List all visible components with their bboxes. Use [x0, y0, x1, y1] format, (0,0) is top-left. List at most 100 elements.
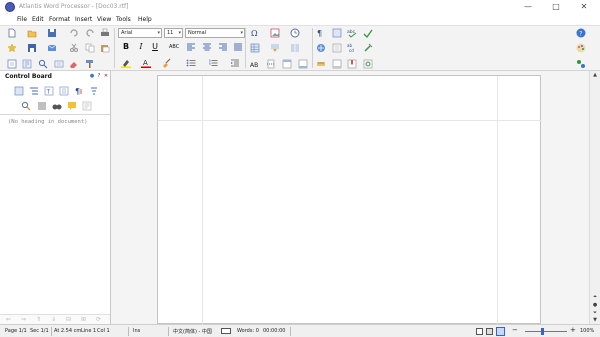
- document-properties-icon[interactable]: [22, 59, 32, 69]
- menu-file[interactable]: File: [17, 16, 27, 23]
- panel-collapse-icon[interactable]: ⊟: [66, 316, 71, 323]
- panel-expand-icon[interactable]: ⊞: [81, 316, 86, 323]
- binoculars-icon[interactable]: [52, 101, 62, 111]
- status-mode[interactable]: Ins: [133, 328, 140, 334]
- document-map-icon[interactable]: [332, 43, 342, 53]
- highlight-icon[interactable]: [121, 58, 131, 68]
- find-icon[interactable]: [38, 59, 48, 69]
- menu-insert[interactable]: Insert: [75, 16, 92, 23]
- minimize-button[interactable]: —: [518, 1, 538, 13]
- next-page-icon[interactable]: ⏷: [591, 310, 599, 317]
- panel-help-button[interactable]: ?: [96, 73, 102, 79]
- spelling-button[interactable]: AB: [250, 59, 260, 69]
- panel-close-button[interactable]: ✕: [103, 73, 109, 79]
- menu-help[interactable]: Help: [138, 16, 152, 23]
- justify-icon[interactable]: [233, 42, 243, 52]
- cut-icon[interactable]: [69, 43, 79, 53]
- new-document-icon[interactable]: [7, 28, 17, 38]
- zoom-in-button[interactable]: +: [570, 326, 576, 334]
- menu-view[interactable]: View: [97, 16, 111, 23]
- palette-icon[interactable]: [576, 43, 586, 53]
- select-browse-object-icon[interactable]: ●: [591, 302, 599, 309]
- menu-edit[interactable]: Edit: [32, 16, 44, 23]
- paragraph-style-icon[interactable]: ¶: [74, 86, 84, 96]
- font-color-icon[interactable]: A: [141, 58, 151, 68]
- align-left-icon[interactable]: [186, 42, 196, 52]
- italic-button[interactable]: I: [136, 42, 146, 52]
- status-language[interactable]: 中文(简体) - 中国: [173, 328, 212, 335]
- copy-icon[interactable]: [85, 43, 95, 53]
- favorites-icon[interactable]: [7, 43, 17, 53]
- zoom-slider-thumb[interactable]: [541, 328, 544, 335]
- symbol-icon[interactable]: Ω: [250, 28, 260, 38]
- zoom-slider-track[interactable]: [525, 331, 567, 332]
- insert-table-icon[interactable]: [250, 43, 260, 53]
- eraser-icon[interactable]: [69, 59, 79, 69]
- help-icon[interactable]: ?: [576, 28, 586, 38]
- save-as-icon[interactable]: [27, 43, 37, 53]
- web-view-icon[interactable]: [486, 328, 493, 335]
- header-footer-icon[interactable]: [282, 59, 292, 69]
- spell-check-icon[interactable]: abc: [347, 28, 357, 38]
- zoom-out-button[interactable]: −: [512, 326, 518, 334]
- print-icon[interactable]: [100, 28, 110, 38]
- search-icon[interactable]: [21, 101, 31, 111]
- paste-icon[interactable]: [100, 43, 110, 53]
- bookmark-icon[interactable]: [347, 59, 357, 69]
- word-count-icon[interactable]: ab cd: [347, 43, 357, 53]
- panel-promote-icon[interactable]: ⇑: [36, 316, 41, 323]
- bold-button[interactable]: B: [121, 42, 131, 52]
- notes-icon[interactable]: [82, 101, 92, 111]
- maximize-button[interactable]: □: [546, 1, 566, 13]
- open-folder-icon[interactable]: [27, 28, 37, 38]
- footnote-icon[interactable]: [298, 59, 308, 69]
- columns-icon[interactable]: [290, 43, 300, 53]
- fullscreen-icon[interactable]: [332, 28, 342, 38]
- panel-refresh-icon[interactable]: ⟳: [96, 316, 101, 323]
- format-painter-icon[interactable]: [85, 59, 95, 69]
- bookmarks-list-icon[interactable]: [59, 86, 69, 96]
- paragraph-marks-icon[interactable]: ¶: [316, 28, 326, 38]
- hyperlink-icon[interactable]: [363, 59, 373, 69]
- status-bar-toggle-icon[interactable]: [332, 59, 342, 69]
- style-combo[interactable]: Normal ▾: [185, 28, 245, 38]
- text-style-icon[interactable]: T: [44, 86, 54, 96]
- panel-nav-left-icon[interactable]: ⇐: [6, 316, 11, 323]
- list-view-icon[interactable]: [37, 101, 47, 111]
- font-name-combo[interactable]: Arial ▾: [118, 28, 162, 38]
- outline-icon[interactable]: [29, 86, 39, 96]
- tools-icon[interactable]: [363, 43, 373, 53]
- page-break-icon[interactable]: [266, 59, 276, 69]
- abc-strike-button[interactable]: ABC: [169, 42, 179, 52]
- bullet-list-icon[interactable]: [186, 58, 196, 68]
- shapes-icon[interactable]: [576, 59, 586, 69]
- panel-demote-icon[interactable]: ⇓: [51, 316, 56, 323]
- undo-icon[interactable]: [69, 28, 79, 38]
- navigate-icon[interactable]: [316, 43, 326, 53]
- menu-tools[interactable]: Tools: [116, 16, 131, 23]
- menu-format[interactable]: Format: [49, 16, 70, 23]
- ruler-icon[interactable]: [316, 59, 326, 69]
- scroll-up-icon[interactable]: ▲: [591, 72, 599, 79]
- underline-button[interactable]: U: [150, 42, 160, 52]
- brush-icon[interactable]: [161, 58, 171, 68]
- navigator-icon[interactable]: [14, 86, 24, 96]
- indent-icon[interactable]: [230, 58, 240, 68]
- comment-icon[interactable]: [67, 101, 77, 111]
- normal-view-icon[interactable]: [476, 328, 483, 335]
- redo-icon[interactable]: [85, 28, 95, 38]
- insert-object-icon[interactable]: [270, 43, 280, 53]
- page-view-icon[interactable]: [7, 59, 17, 69]
- page-layout-view-icon[interactable]: [496, 327, 505, 336]
- picture-icon[interactable]: [270, 28, 280, 38]
- text-frame-icon[interactable]: [54, 59, 64, 69]
- document-page[interactable]: [157, 75, 542, 325]
- align-right-icon[interactable]: [218, 42, 228, 52]
- scroll-down-icon[interactable]: ▼: [591, 317, 599, 324]
- email-icon[interactable]: [47, 43, 57, 53]
- align-center-icon[interactable]: [202, 42, 212, 52]
- panel-nav-right-icon[interactable]: ⇒: [21, 316, 26, 323]
- close-window-button[interactable]: ✕: [574, 1, 594, 13]
- font-size-combo[interactable]: 11 ▾: [164, 28, 183, 38]
- save-icon[interactable]: [47, 28, 57, 38]
